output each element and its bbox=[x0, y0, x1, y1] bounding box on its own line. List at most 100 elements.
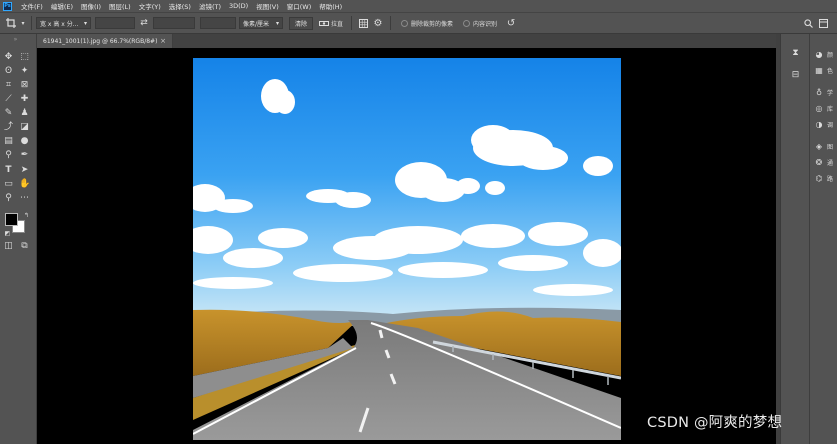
panel-libraries-label: 库 bbox=[827, 105, 834, 113]
eraser-tool-icon[interactable]: ◪ bbox=[19, 122, 30, 133]
brush-tool-icon[interactable]: ✎ bbox=[3, 108, 14, 119]
panel-adjustments[interactable]: ◑ 调 bbox=[814, 118, 834, 130]
delete-cropped-checkbox[interactable]: 删除裁剪的像素 bbox=[401, 19, 453, 28]
hand-tool-icon[interactable]: ✋ bbox=[19, 179, 30, 190]
crop-tool-icon[interactable] bbox=[3, 17, 19, 29]
libraries-icon: ◎ bbox=[815, 103, 823, 113]
dodge-tool-icon[interactable]: ⚲ bbox=[3, 150, 14, 161]
panel-layers-label: 图 bbox=[827, 143, 834, 151]
document-image[interactable] bbox=[193, 58, 621, 440]
magic-wand-tool-icon[interactable]: ✦ bbox=[19, 66, 30, 77]
panel-dock: ◕ 颜 ▦ 色 ♁ 学 ◎ 库 ◑ 调 ◈ 图 ❂ 通 ⌬ 路 bbox=[810, 34, 837, 444]
menu-help[interactable]: 帮助(H) bbox=[319, 1, 342, 11]
tool-preset-chevron-icon[interactable]: ▾ bbox=[19, 20, 27, 27]
straighten-icon[interactable] bbox=[317, 19, 331, 27]
content-aware-checkbox[interactable]: 内容识别 bbox=[463, 19, 497, 28]
panel-swatches-label: 色 bbox=[827, 67, 834, 75]
screen-mode-icon[interactable]: ⧉ bbox=[19, 241, 30, 252]
options-bar: ▾ 宽 x 高 x 分... ▾ ⇄ 像素/厘米 ▾ 清除 拉直 ⚙ 删除裁剪的… bbox=[0, 12, 837, 34]
close-icon[interactable]: × bbox=[160, 37, 166, 45]
marquee-tool-icon[interactable]: ⬚ bbox=[19, 52, 30, 63]
swap-colors-icon[interactable]: ↰ bbox=[21, 210, 32, 221]
menu-image[interactable]: 图像(I) bbox=[81, 1, 101, 11]
channels-icon: ❂ bbox=[815, 157, 823, 167]
search-icon[interactable] bbox=[801, 18, 815, 28]
clear-button[interactable]: 清除 bbox=[289, 16, 314, 30]
width-field[interactable] bbox=[95, 17, 135, 29]
panel-paths[interactable]: ⌬ 路 bbox=[814, 172, 834, 184]
menu-type[interactable]: 文字(Y) bbox=[139, 1, 161, 11]
menu-file[interactable]: 文件(F) bbox=[21, 1, 43, 11]
gear-icon[interactable]: ⚙ bbox=[370, 18, 386, 29]
panel-channels[interactable]: ❂ 通 bbox=[814, 156, 833, 168]
zoom-tool-icon[interactable]: ⚲ bbox=[3, 193, 14, 204]
more-tools-icon[interactable]: ⋯ bbox=[19, 193, 30, 204]
pen-tool-icon[interactable]: ✒ bbox=[19, 150, 30, 161]
foreground-color-swatch[interactable] bbox=[5, 213, 18, 226]
document-tab-label: 61941_1001(1).jpg @ 66.7%(RGB/8#) bbox=[43, 37, 158, 45]
type-tool-icon[interactable]: T bbox=[3, 165, 14, 176]
blur-tool-icon[interactable]: ● bbox=[19, 136, 30, 147]
menu-layer[interactable]: 图层(L) bbox=[109, 1, 131, 11]
panel-learn[interactable]: ♁ 学 bbox=[814, 86, 833, 98]
workspace-icon[interactable] bbox=[815, 18, 831, 28]
layers-icon: ◈ bbox=[815, 141, 823, 151]
color-icon: ◕ bbox=[815, 49, 823, 59]
panel-adjustments-label: 调 bbox=[827, 121, 834, 129]
menu-edit[interactable]: 编辑(E) bbox=[51, 1, 73, 11]
gradient-tool-icon[interactable]: ▤ bbox=[3, 136, 14, 147]
default-colors-icon[interactable]: ◩ bbox=[2, 228, 13, 239]
panel-layers[interactable]: ◈ 图 bbox=[814, 140, 833, 152]
grid-overlay-icon[interactable] bbox=[356, 18, 370, 28]
paths-icon: ⌬ bbox=[815, 173, 823, 183]
menu-filter[interactable]: 滤镜(T) bbox=[199, 1, 221, 11]
tab-strip bbox=[173, 34, 776, 48]
frame-tool-icon[interactable]: ⊠ bbox=[19, 80, 30, 91]
crop-tool-icon[interactable]: ⌗ bbox=[3, 80, 14, 91]
panel-libraries[interactable]: ◎ 库 bbox=[814, 102, 834, 114]
delete-cropped-label: 删除裁剪的像素 bbox=[411, 20, 454, 28]
straighten-label[interactable]: 拉直 bbox=[331, 19, 343, 28]
swap-icon[interactable]: ⇄ bbox=[135, 18, 153, 28]
eyedropper-tool-icon[interactable]: ⟋ bbox=[3, 94, 14, 105]
unit-select-label: 像素/厘米 bbox=[243, 20, 270, 28]
resolution-field[interactable] bbox=[200, 17, 236, 29]
clone-stamp-tool-icon[interactable]: ♟ bbox=[19, 108, 30, 119]
path-selection-tool-icon[interactable]: ➤ bbox=[19, 165, 30, 176]
rectangle-tool-icon[interactable]: ▭ bbox=[3, 179, 14, 190]
move-tool-icon[interactable]: ✥ bbox=[3, 52, 14, 63]
separator bbox=[31, 16, 32, 30]
reset-icon[interactable]: ↺ bbox=[503, 18, 519, 29]
panel-swatches[interactable]: ▦ 色 bbox=[814, 64, 833, 76]
height-field[interactable] bbox=[153, 17, 195, 29]
chevron-down-icon: ▾ bbox=[275, 19, 279, 27]
checkbox-icon bbox=[463, 19, 471, 27]
collapse-icon[interactable]: » bbox=[10, 34, 21, 45]
ratio-select-label: 宽 x 高 x 分... bbox=[40, 20, 79, 28]
document-tab[interactable]: 61941_1001(1).jpg @ 66.7%(RGB/8#) × bbox=[37, 34, 173, 48]
menu-view[interactable]: 视图(V) bbox=[256, 1, 279, 11]
panel-color-label: 颜 bbox=[827, 51, 834, 59]
content-aware-label: 内容识别 bbox=[473, 20, 498, 28]
swatches-icon: ▦ bbox=[815, 65, 823, 75]
menu-bar: Ps 文件(F) 编辑(E) 图像(I) 图层(L) 文字(Y) 选择(S) 滤… bbox=[0, 0, 837, 12]
properties-panel-icon[interactable]: ⊟ bbox=[790, 70, 801, 81]
unit-select[interactable]: 像素/厘米 ▾ bbox=[239, 17, 283, 29]
panel-paths-label: 路 bbox=[827, 175, 834, 183]
menu-window[interactable]: 窗口(W) bbox=[287, 1, 312, 11]
panel-color[interactable]: ◕ 颜 bbox=[814, 48, 834, 60]
lasso-tool-icon[interactable]: ʘ bbox=[3, 66, 14, 77]
tools-panel: » ✥ ⬚ ʘ ✦ ⌗ ⊠ ⟋ ✚ ✎ ♟ ⤴ ◪ ▤ ● ⚲ ✒ T ➤ ▭ … bbox=[0, 34, 37, 444]
quick-mask-icon[interactable]: ◫ bbox=[3, 241, 14, 252]
panel-learn-label: 学 bbox=[827, 89, 834, 97]
photo-road-sky bbox=[193, 58, 621, 440]
history-panel-icon[interactable]: ⧗ bbox=[790, 48, 801, 59]
menu-3d[interactable]: 3D(D) bbox=[229, 2, 248, 10]
separator bbox=[351, 16, 353, 30]
menu-select[interactable]: 选择(S) bbox=[169, 1, 191, 11]
photoshop-logo: Ps bbox=[3, 1, 12, 11]
history-brush-tool-icon[interactable]: ⤴ bbox=[3, 122, 14, 133]
panel-channels-label: 通 bbox=[827, 159, 834, 167]
healing-brush-tool-icon[interactable]: ✚ bbox=[19, 94, 30, 105]
ratio-select[interactable]: 宽 x 高 x 分... ▾ bbox=[36, 17, 91, 29]
